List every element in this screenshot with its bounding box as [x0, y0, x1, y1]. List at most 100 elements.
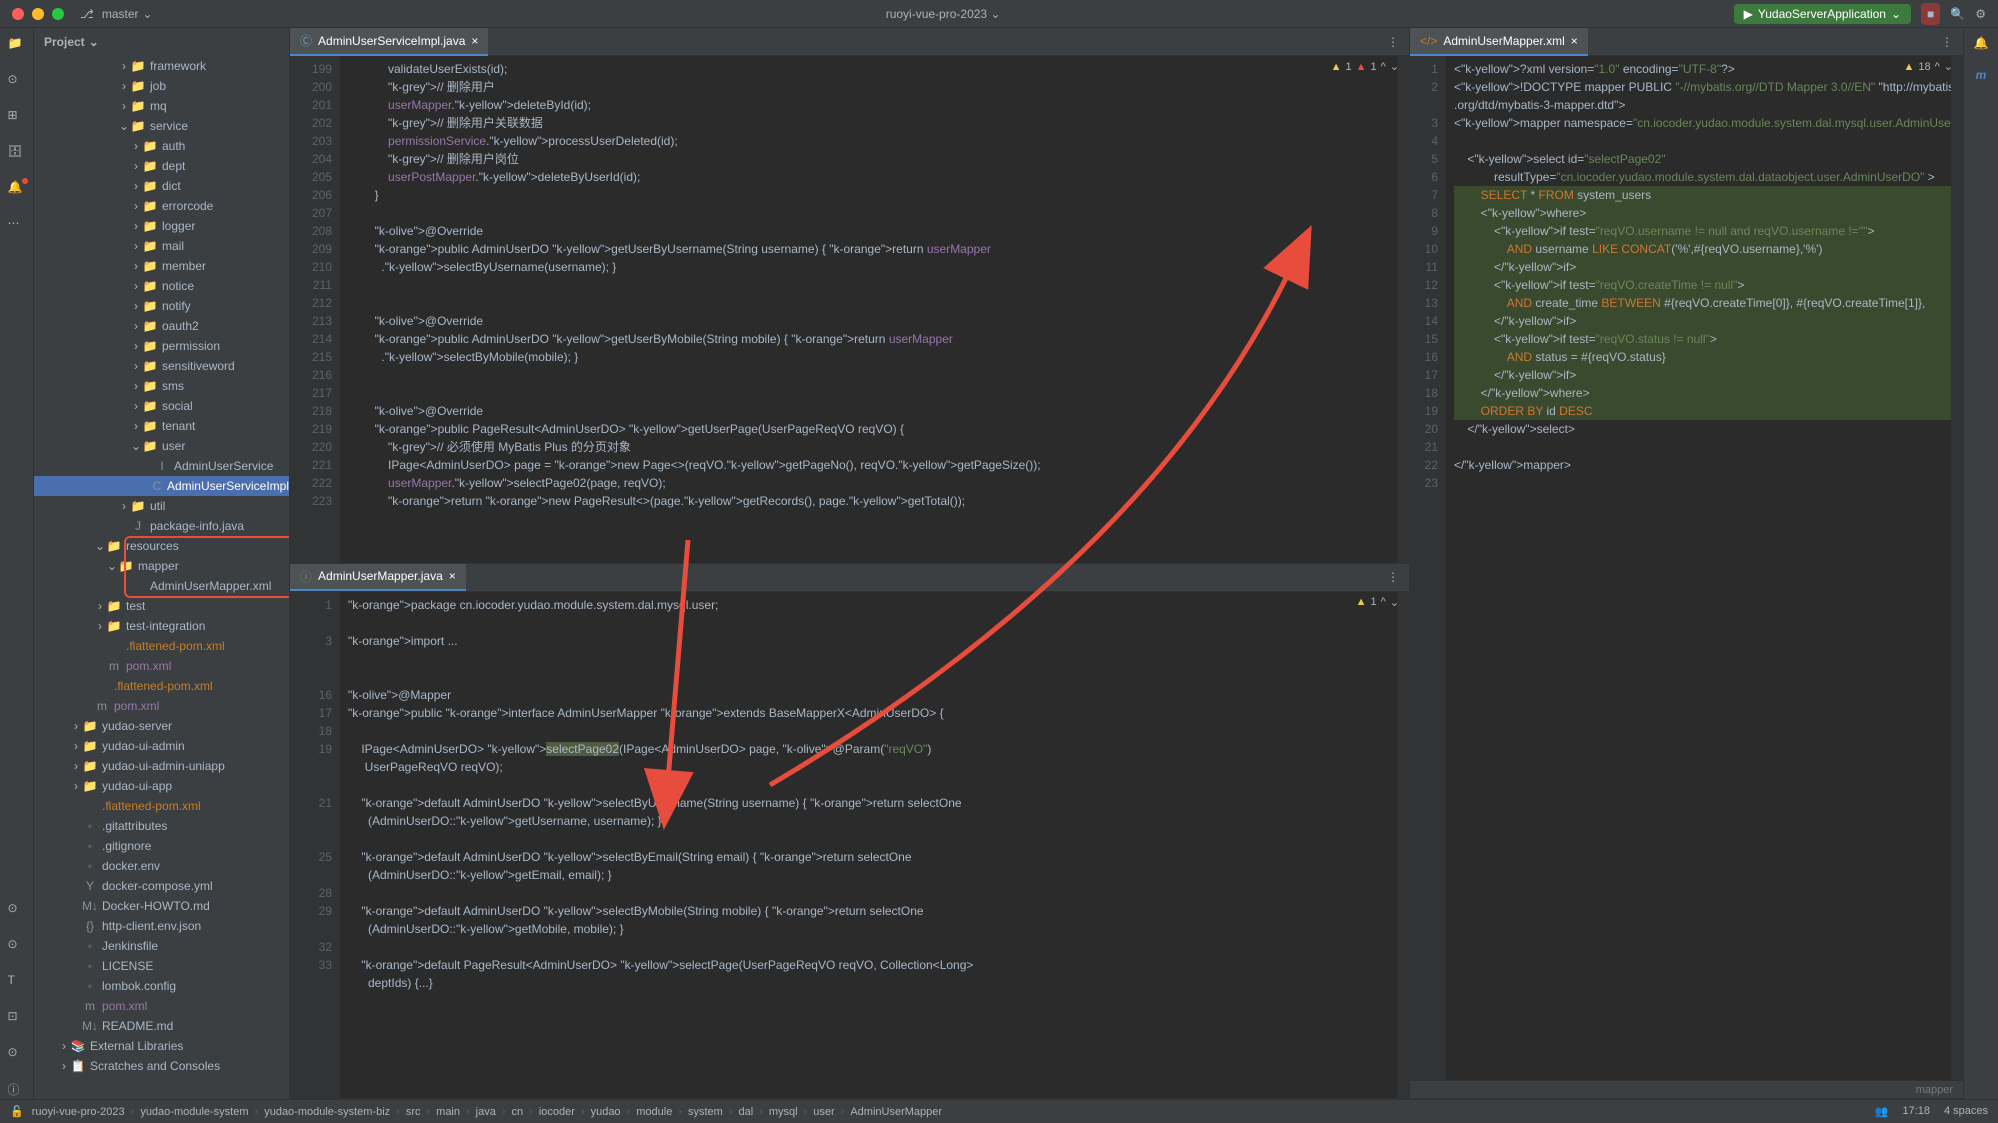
tree-item[interactable]: ›📚External Libraries: [34, 1036, 289, 1056]
breadcrumb-segment[interactable]: cn: [512, 1106, 533, 1118]
breadcrumb-segment[interactable]: java: [476, 1106, 506, 1118]
editor-pane-bottom[interactable]: 1316171819212528293233 "k-orange">packag…: [290, 592, 1409, 1100]
tree-item[interactable]: AdminUserMapper.xml: [34, 576, 289, 596]
close-icon[interactable]: ×: [1571, 34, 1578, 48]
more-tools-icon[interactable]: ⋯: [8, 216, 26, 234]
tree-item[interactable]: ›📁mail: [34, 236, 289, 256]
breadcrumb-segment[interactable]: yudao-module-system: [140, 1106, 258, 1118]
tree-item[interactable]: ›📁sensitiveword: [34, 356, 289, 376]
close-window[interactable]: [12, 8, 24, 20]
maven-tool-icon[interactable]: m: [1976, 68, 1987, 82]
tab-adminusermapper-xml[interactable]: </> AdminUserMapper.xml ×: [1410, 28, 1588, 56]
inspection-badge[interactable]: ▲1 ▲1 ^ ⌄: [1331, 60, 1399, 73]
run-tool-icon[interactable]: ⊙: [8, 901, 26, 919]
chevron-down-icon[interactable]: ⌄: [1944, 60, 1953, 73]
inspection-badge[interactable]: ▲1 ^ ⌄: [1356, 596, 1399, 609]
database-tool-icon[interactable]: 🗄: [8, 144, 26, 162]
tree-item[interactable]: .flattened-pom.xml: [34, 796, 289, 816]
scrollbar[interactable]: [1397, 592, 1409, 1099]
tree-item[interactable]: ›📁mq: [34, 96, 289, 116]
tree-item[interactable]: ◦.gitignore: [34, 836, 289, 856]
problems-icon[interactable]: ⊡: [8, 1009, 26, 1027]
tree-item[interactable]: ›📁framework: [34, 56, 289, 76]
tree-item[interactable]: ›📁util: [34, 496, 289, 516]
breadcrumb-segment[interactable]: dal: [739, 1106, 763, 1118]
tree-item[interactable]: ›📁job: [34, 76, 289, 96]
tree-item[interactable]: ›📁member: [34, 256, 289, 276]
project-tool-icon[interactable]: 📁: [8, 36, 26, 54]
tree-item[interactable]: ◦LICENSE: [34, 956, 289, 976]
terminal-icon[interactable]: T: [8, 973, 26, 991]
breadcrumb-segment[interactable]: src: [406, 1106, 430, 1118]
lock-icon[interactable]: 🔓: [10, 1105, 24, 1118]
chevron-down-icon[interactable]: ⌄: [1390, 596, 1399, 609]
tab-adminuserserviceimpl[interactable]: Ⓒ AdminUserServiceImpl.java ×: [290, 28, 488, 56]
minimize-window[interactable]: [32, 8, 44, 20]
tree-item[interactable]: {}http-client.env.json: [34, 916, 289, 936]
breadcrumb-segment[interactable]: yudao: [591, 1106, 631, 1118]
settings-icon[interactable]: ⚙: [1975, 7, 1986, 21]
code-content[interactable]: <"k-yellow">?xml version="1.0" encoding=…: [1446, 56, 1951, 1098]
tree-item[interactable]: ⌄📁mapper: [34, 556, 289, 576]
tree-item[interactable]: IAdminUserService: [34, 456, 289, 476]
tree-item[interactable]: ›📁dict: [34, 176, 289, 196]
tree-item[interactable]: ›📁test: [34, 596, 289, 616]
tab-menu-icon[interactable]: ⋮: [1377, 35, 1409, 49]
notifications-icon[interactable]: 🔔: [1974, 36, 1989, 50]
chevron-up-icon[interactable]: ^: [1381, 61, 1386, 73]
tree-item[interactable]: M↓README.md: [34, 1016, 289, 1036]
project-selector[interactable]: ruoyi-vue-pro-2023 ⌄: [153, 7, 1734, 21]
tree-item[interactable]: Ydocker-compose.yml: [34, 876, 289, 896]
tree-item[interactable]: ›📋Scratches and Consoles: [34, 1056, 289, 1076]
tree-item[interactable]: ⌄📁user: [34, 436, 289, 456]
tree-item[interactable]: CAdminUserServiceImpl: [34, 476, 289, 496]
breadcrumb-segment[interactable]: iocoder: [539, 1106, 585, 1118]
editor-pane-top[interactable]: 1992002012022032042052062072082092102112…: [290, 56, 1409, 564]
stop-button[interactable]: ■: [1921, 3, 1940, 25]
window-controls[interactable]: [12, 8, 64, 20]
tree-item[interactable]: ›📁yudao-server: [34, 716, 289, 736]
project-tree[interactable]: ›📁framework›📁job›📁mq⌄📁service›📁auth›📁dep…: [34, 56, 289, 1099]
run-config-button[interactable]: ▶ YudaoServerApplication ⌄: [1734, 4, 1911, 24]
chevron-down-icon[interactable]: ⌄: [1390, 60, 1399, 73]
tree-item[interactable]: ›📁dept: [34, 156, 289, 176]
breadcrumb-segment[interactable]: module: [636, 1106, 682, 1118]
tree-item[interactable]: ›📁logger: [34, 216, 289, 236]
tree-item[interactable]: ›📁yudao-ui-admin-uniapp: [34, 756, 289, 776]
tree-item[interactable]: ›📁social: [34, 396, 289, 416]
tree-item[interactable]: ›📁sms: [34, 376, 289, 396]
tree-item[interactable]: mpom.xml: [34, 996, 289, 1016]
tab-menu-icon[interactable]: ⋮: [1931, 35, 1963, 49]
search-icon[interactable]: 🔍: [1950, 7, 1965, 21]
people-icon[interactable]: 👥: [1875, 1105, 1889, 1118]
tree-item[interactable]: ›📁tenant: [34, 416, 289, 436]
tree-item[interactable]: ◦lombok.config: [34, 976, 289, 996]
tree-item[interactable]: ›📁notice: [34, 276, 289, 296]
inspection-badge[interactable]: ▲18 ^ ⌄: [1903, 60, 1953, 73]
notifications-icon[interactable]: 🔔: [8, 180, 26, 198]
scrollbar[interactable]: [1951, 56, 1963, 1098]
status-indent[interactable]: 4 spaces: [1944, 1105, 1988, 1118]
breadcrumb-segment[interactable]: ruoyi-vue-pro-2023: [32, 1106, 135, 1118]
tree-item[interactable]: ⌄📁resources: [34, 536, 289, 556]
breadcrumb-segment[interactable]: main: [436, 1106, 470, 1118]
context-breadcrumb[interactable]: mapper: [1410, 1080, 1963, 1098]
tree-item[interactable]: mpom.xml: [34, 696, 289, 716]
tree-item[interactable]: ›📁auth: [34, 136, 289, 156]
code-content[interactable]: validateUserExists(id); "k-grey">// 删除用户…: [340, 56, 1397, 563]
editor-pane-right[interactable]: 1234567891011121314151617181920212223 <"…: [1410, 56, 1963, 1099]
breadcrumb[interactable]: ruoyi-vue-pro-2023 yudao-module-system yud…: [32, 1106, 948, 1118]
maximize-window[interactable]: [52, 8, 64, 20]
breadcrumb-segment[interactable]: yudao-module-system-biz: [264, 1106, 400, 1118]
tree-item[interactable]: M↓Docker-HOWTO.md: [34, 896, 289, 916]
breadcrumb-segment[interactable]: mysql: [769, 1106, 807, 1118]
tree-item[interactable]: ›📁errorcode: [34, 196, 289, 216]
tab-adminusermapper-java[interactable]: Ⓘ AdminUserMapper.java ×: [290, 563, 466, 591]
tree-item[interactable]: ›📁permission: [34, 336, 289, 356]
tree-item[interactable]: ◦Jenkinsfile: [34, 936, 289, 956]
breadcrumb-segment[interactable]: AdminUserMapper: [850, 1106, 948, 1118]
tree-item[interactable]: .flattened-pom.xml: [34, 636, 289, 656]
breadcrumb-segment[interactable]: user: [813, 1106, 844, 1118]
help-icon[interactable]: ⓘ: [8, 1081, 26, 1099]
code-content[interactable]: "k-orange">package cn.iocoder.yudao.modu…: [340, 592, 1397, 1099]
